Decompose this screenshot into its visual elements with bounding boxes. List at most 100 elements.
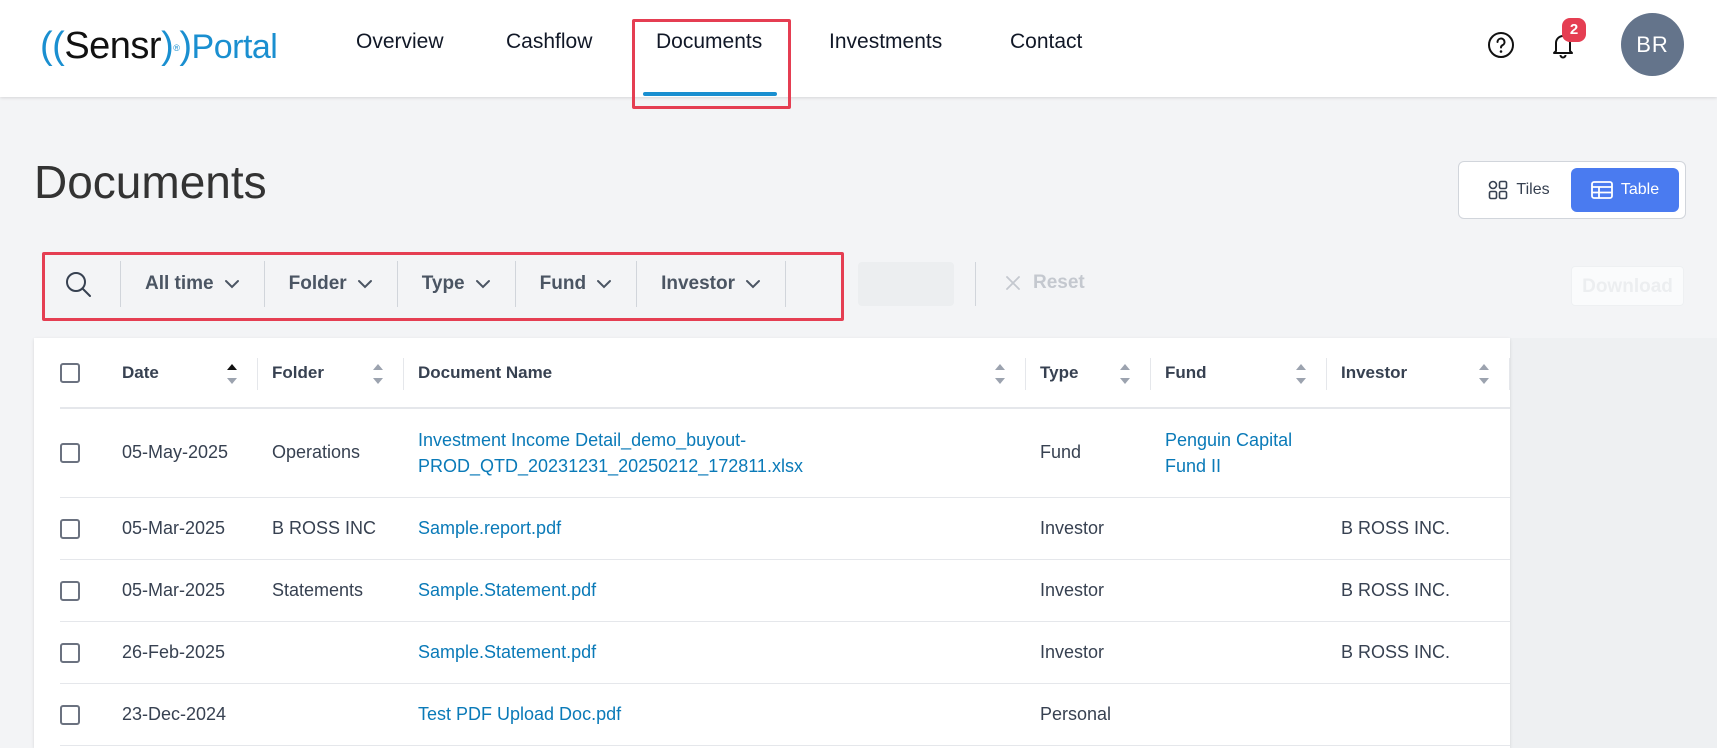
- table-view-label: Table: [1620, 181, 1660, 198]
- nav-active-indicator: [643, 92, 777, 96]
- filter-fund-label: Fund: [539, 273, 587, 294]
- cell-date: 05-Mar-2025: [108, 559, 258, 622]
- chevron-down-icon: [597, 280, 612, 289]
- filter-date-range-label: All time: [145, 273, 214, 294]
- table-row[interactable]: 05-Mar-2025 Statements Sample.Statement.…: [60, 559, 1510, 622]
- cell-date: 05-Mar-2025: [108, 497, 258, 560]
- cell-investor: [1327, 683, 1510, 746]
- row-checkbox[interactable]: [60, 704, 80, 725]
- logo-portal: Portal: [191, 28, 278, 66]
- cell-type: Personal: [1026, 683, 1151, 746]
- view-toggle: Tiles Table: [1458, 161, 1686, 219]
- sort-icon[interactable]: [1119, 362, 1131, 386]
- column-header-document-name[interactable]: Document Name: [404, 338, 1026, 409]
- row-checkbox[interactable]: [60, 580, 80, 601]
- cell-fund: [1151, 497, 1327, 560]
- cell-date: 23-Dec-2024: [108, 683, 258, 746]
- cell-folder: [258, 683, 404, 746]
- cell-investor: B ROSS INC.: [1327, 559, 1510, 622]
- column-header-fund[interactable]: Fund: [1151, 338, 1327, 409]
- side-panel: [1510, 338, 1717, 748]
- cell-folder: Operations: [258, 408, 404, 498]
- column-header-folder[interactable]: Folder: [258, 338, 404, 409]
- notification-count-badge: 2: [1562, 18, 1586, 42]
- cell-date: 05-May-2025: [108, 408, 258, 498]
- cell-investor: B ROSS INC.: [1327, 497, 1510, 560]
- table-row[interactable]: 05-May-2025 Operations Investment Income…: [60, 408, 1510, 498]
- chevron-down-icon: [224, 280, 239, 289]
- documents-table-card: Date Folder Document Name Type Fund Inve…: [34, 338, 1510, 748]
- filter-bar: All time Folder Type Fund Investor: [46, 261, 840, 307]
- table-header-row: Date Folder Document Name Type Fund Inve…: [60, 338, 1510, 409]
- sort-ascending-icon[interactable]: [226, 362, 238, 386]
- cell-investor: B ROSS INC.: [1327, 621, 1510, 684]
- nav-contact[interactable]: Contact: [1010, 30, 1082, 54]
- table-view-button[interactable]: Table: [1571, 168, 1679, 212]
- cell-type: Investor: [1026, 559, 1151, 622]
- cell-type: Investor: [1026, 621, 1151, 684]
- logo-brand: Sensr: [64, 25, 162, 67]
- filter-fund[interactable]: Fund: [516, 261, 638, 307]
- cell-type: Fund: [1026, 408, 1151, 498]
- nav-investments[interactable]: Investments: [829, 30, 942, 54]
- chevron-down-icon: [357, 280, 372, 289]
- cell-fund: [1151, 621, 1327, 684]
- cell-investor: [1327, 408, 1510, 498]
- table-row[interactable]: 23-Dec-2024 Test PDF Upload Doc.pdf Pers…: [60, 683, 1510, 746]
- column-header-date[interactable]: Date: [108, 338, 258, 409]
- column-header-investor[interactable]: Investor: [1327, 338, 1510, 409]
- sensr-portal-logo[interactable]: ((Sensr)®)Portal: [40, 22, 278, 71]
- tiles-view-label: Tiles: [1516, 181, 1550, 198]
- filter-folder-label: Folder: [288, 273, 347, 294]
- cell-fund: [1151, 559, 1327, 622]
- cell-fund: [1151, 683, 1327, 746]
- chevron-down-icon: [745, 280, 760, 289]
- cell-type: Investor: [1026, 497, 1151, 560]
- table-row[interactable]: 26-Feb-2025 Sample.Statement.pdf Investo…: [60, 621, 1510, 684]
- user-avatar[interactable]: BR: [1621, 13, 1684, 76]
- chevron-down-icon: [475, 280, 490, 289]
- cell-date: 26-Feb-2025: [108, 621, 258, 684]
- table-row[interactable]: 05-Mar-2025 B ROSS INC Sample.report.pdf…: [60, 497, 1510, 560]
- sort-icon[interactable]: [994, 362, 1006, 386]
- filter-investor-label: Investor: [661, 273, 735, 294]
- cell-folder: B ROSS INC: [258, 497, 404, 560]
- select-all-checkbox[interactable]: [60, 362, 80, 383]
- select-all-cell: [60, 338, 108, 409]
- reset-label: Reset: [1033, 272, 1085, 293]
- filter-type[interactable]: Type: [398, 261, 516, 307]
- document-link[interactable]: Sample.Statement.pdf: [404, 559, 1026, 622]
- help-button[interactable]: [1487, 31, 1515, 64]
- sort-icon[interactable]: [372, 362, 384, 386]
- filter-date-range[interactable]: All time: [121, 261, 265, 307]
- nav-overview[interactable]: Overview: [356, 30, 444, 54]
- top-header: ((Sensr)®)Portal Overview Cashflow Docum…: [0, 0, 1717, 97]
- document-link[interactable]: Sample.Statement.pdf: [404, 621, 1026, 684]
- search-button[interactable]: [46, 261, 121, 307]
- column-header-type[interactable]: Type: [1026, 338, 1151, 409]
- filter-placeholder-field[interactable]: [858, 262, 954, 306]
- nav-cashflow[interactable]: Cashflow: [506, 30, 592, 54]
- row-checkbox[interactable]: [60, 642, 80, 663]
- row-checkbox[interactable]: [60, 518, 80, 539]
- sort-icon[interactable]: [1478, 362, 1490, 386]
- nav-documents[interactable]: Documents: [656, 30, 762, 54]
- tiles-view-button[interactable]: Tiles: [1467, 168, 1571, 212]
- document-link[interactable]: Sample.report.pdf: [404, 497, 1026, 560]
- filter-investor[interactable]: Investor: [637, 261, 786, 307]
- logo-trademark: ®: [173, 43, 180, 53]
- documents-table: Date Folder Document Name Type Fund Inve…: [60, 338, 1510, 746]
- filter-type-label: Type: [421, 273, 465, 294]
- fund-link[interactable]: Penguin Capital Fund II: [1151, 408, 1327, 498]
- document-link[interactable]: Test PDF Upload Doc.pdf: [404, 683, 1026, 746]
- download-button[interactable]: Download: [1571, 266, 1684, 306]
- question-circle-icon: [1488, 32, 1514, 58]
- row-checkbox[interactable]: [60, 443, 80, 464]
- document-link[interactable]: Investment Income Detail_demo_buyout- PRO…: [404, 408, 1026, 498]
- table-icon: [1590, 181, 1613, 199]
- filter-folder[interactable]: Folder: [265, 261, 398, 307]
- page-title: Documents: [34, 156, 267, 208]
- reset-filters-button[interactable]: Reset: [1005, 272, 1085, 294]
- sort-icon[interactable]: [1295, 362, 1307, 386]
- close-icon: [1006, 276, 1020, 290]
